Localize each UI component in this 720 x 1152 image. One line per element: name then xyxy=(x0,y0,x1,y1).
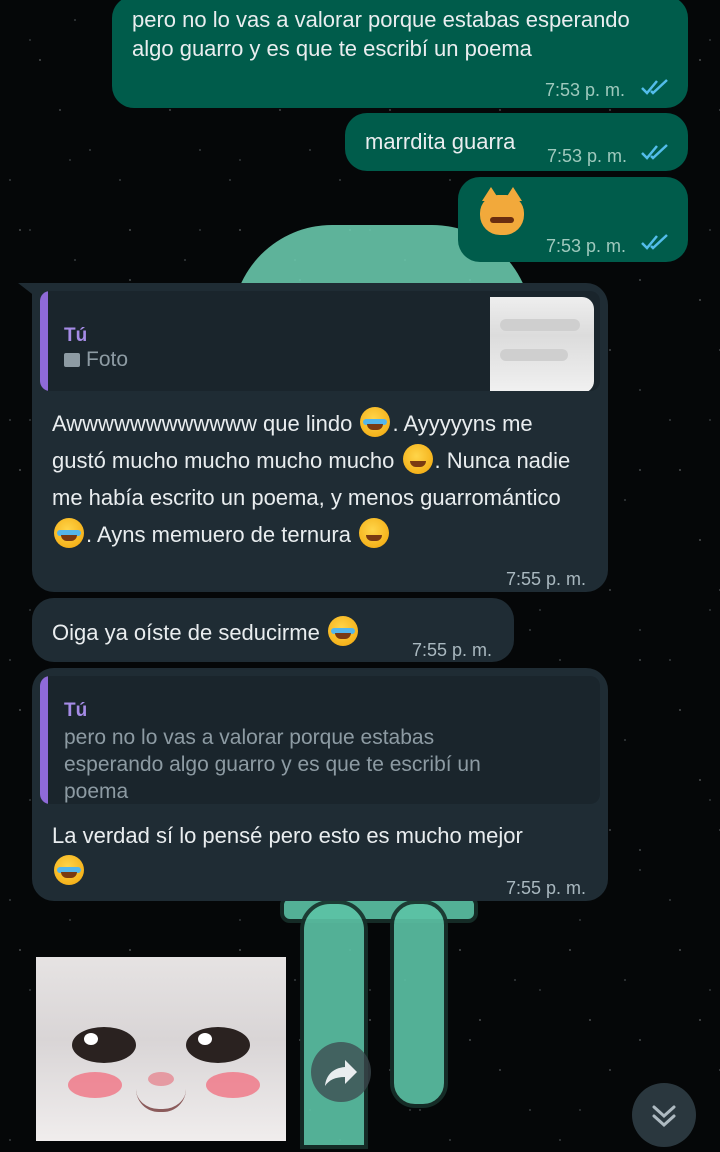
cat-photo-message[interactable] xyxy=(36,957,286,1141)
wallpaper-jellyfish-tentacle xyxy=(300,900,368,1149)
rolling-laughing-emoji xyxy=(54,518,84,548)
cat-blush xyxy=(206,1072,260,1098)
message-text: Oiga ya oíste de seducirme xyxy=(52,616,360,647)
message-text-part: La verdad sí lo pensé pero esto es mucho… xyxy=(52,823,523,848)
incoming-message[interactable]: Oiga ya oíste de seducirme 7:55 p. m. xyxy=(32,598,514,662)
outgoing-message[interactable]: 7:53 p. m. xyxy=(458,177,688,262)
image-icon xyxy=(64,353,80,367)
message-time: 7:53 p. m. xyxy=(547,146,628,166)
cat-nose xyxy=(148,1072,174,1086)
sneezing-face-emoji xyxy=(402,444,433,474)
message-text-part: Awwwwwwwwwwww que lindo xyxy=(52,411,359,436)
forward-button[interactable] xyxy=(311,1042,371,1102)
message-time: 7:53 p. m. xyxy=(546,236,627,256)
message-text: Awwwwwwwwwwww que lindo . Ayyyyyns me gu… xyxy=(52,405,588,553)
wallpaper-jellyfish-tentacle xyxy=(390,900,448,1108)
forward-arrow-icon xyxy=(325,1060,357,1086)
quote-text: Foto xyxy=(86,348,129,371)
cat-eye xyxy=(72,1027,136,1063)
quoted-photo-thumbnail xyxy=(490,297,594,391)
rolling-laughing-emoji xyxy=(360,407,391,437)
double-check-icon xyxy=(641,234,668,250)
quoted-message[interactable]: Tú pero no lo vas a valorar porque estab… xyxy=(40,676,600,804)
double-check-icon xyxy=(641,79,668,95)
outgoing-message[interactable]: pero no lo vas a valorar porque estabas … xyxy=(112,0,688,108)
scroll-to-bottom-button[interactable] xyxy=(632,1083,696,1147)
message-time: 7:55 p. m. xyxy=(412,640,493,660)
message-time: 7:53 p. m. xyxy=(545,80,626,100)
cat-eye xyxy=(186,1027,250,1063)
loudly-crying-emoji xyxy=(327,616,358,646)
message-text: marrdita guarra xyxy=(365,129,516,154)
incoming-message[interactable]: Tú pero no lo vas a valorar porque estab… xyxy=(32,668,608,901)
incoming-message[interactable]: Tú Foto Awwwwwwwwwwww que lindo . Ayyyyy… xyxy=(32,283,608,592)
message-text: pero no lo vas a valorar porque estabas … xyxy=(132,7,630,61)
quote-accent-bar xyxy=(40,291,48,391)
pouting-cat-emoji xyxy=(480,187,524,235)
message-text-part: . Ayns memuero de ternura xyxy=(86,522,358,547)
outgoing-message[interactable]: marrdita guarra 7:53 p. m. xyxy=(345,113,688,171)
quote-author: Tú xyxy=(64,325,88,346)
double-chevron-down-icon xyxy=(652,1105,676,1128)
message-text-part: Oiga ya oíste de seducirme xyxy=(52,620,326,645)
quote-accent-bar xyxy=(40,676,48,804)
quote-author: Tú xyxy=(64,700,88,721)
cat-mouth xyxy=(136,1089,186,1112)
sneezing-face-emoji xyxy=(359,518,390,548)
message-time: 7:55 p. m. xyxy=(506,878,587,898)
quote-text: pero no lo vas a valorar porque estabas … xyxy=(64,726,481,803)
quoted-message[interactable]: Tú Foto xyxy=(40,291,600,391)
double-check-icon xyxy=(641,144,668,160)
cat-mouth xyxy=(490,217,514,223)
rolling-laughing-emoji xyxy=(54,855,84,885)
cat-blush xyxy=(68,1072,122,1098)
message-time: 7:55 p. m. xyxy=(506,569,587,589)
